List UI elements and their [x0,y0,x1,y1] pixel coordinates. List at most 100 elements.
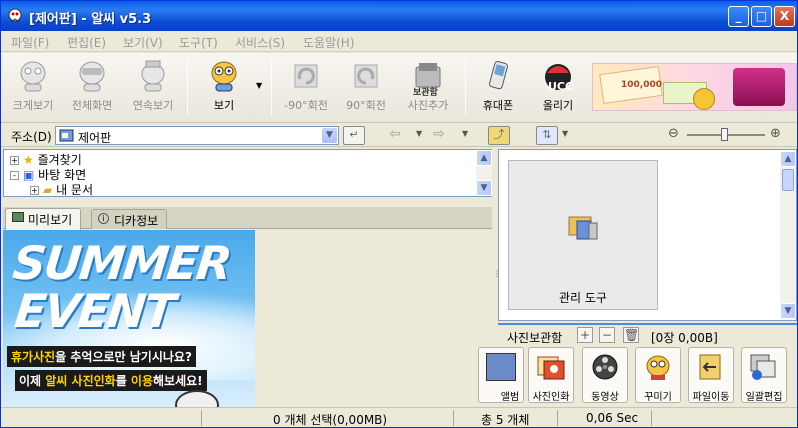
tree-label: 즐겨찾기 [37,153,82,167]
folder-icon: ▰ [43,183,53,197]
album-label: 앨범 [500,392,520,403]
address-dropdown-icon[interactable]: ▼ [322,128,337,143]
tree-label: 내 문서 [56,183,93,197]
rotate-right-icon [354,64,378,88]
up-folder-button[interactable]: ⤴ [488,126,510,145]
alsee-app-icon[interactable] [7,8,23,24]
address-bar: 주소(D) 제어판 ▼ ↵ ⇦ ▼ ⇨ ▼ ⤴ ⇅ ▼ ⊖ ⊕ [1,123,797,147]
decorate-label: 꾸미기 [644,392,672,403]
expand-icon[interactable]: + [10,156,19,165]
batch-edit-button[interactable]: 일괄편집 [741,347,787,403]
magnify-button[interactable]: 크게보기 [6,59,60,119]
thumb-scrollbar[interactable]: ▲ ▼ [780,151,796,319]
tree-scrollbar[interactable]: ▲ ▼ [476,150,492,196]
maximize-button[interactable]: □ [751,6,772,27]
scroll-down-icon[interactable]: ▼ [780,303,796,319]
address-value: 제어판 [78,131,112,145]
app-window: [제어판] - 알씨 v5.3 _ □ X 파일(F) 편집(E) 보기(V) … [0,0,798,428]
scroll-thumb[interactable] [782,169,794,191]
preview-headline-2: EVENT [12,284,177,338]
menu-edit[interactable]: 편집(E) [67,34,106,51]
status-bar: 0 개체 선택(0,00MB) 총 5 개체 0,06 Sec [1,407,797,427]
batch-edit-label: 일괄편집 [745,392,783,403]
batch-edit-icon [750,354,776,380]
thumbnail-view: 관리 도구 ▲ ▼ [498,149,797,321]
folder-tree: + ★ 즐겨찾기 - ▣ 바탕 화면 + ▰ 내 문서 ▲ ▼ [3,149,492,197]
photo-print-button[interactable]: 사진인화 [528,347,574,403]
address-label: 주소(D) [11,130,52,144]
scroll-up-icon[interactable]: ▲ [780,151,796,167]
magnify-label: 크게보기 [12,99,54,112]
scroll-up-icon[interactable]: ▲ [476,150,492,166]
thumbnail-label: 관리 도구 [559,291,607,305]
control-panel-icon [59,129,74,142]
menu-view[interactable]: 보기(V) [123,34,163,51]
view-dropdown-icon[interactable]: ▼ [256,81,262,90]
zoom-slider-thumb[interactable] [721,128,728,141]
mobile-button[interactable]: 휴대폰 [471,59,525,119]
tree-item-favorites[interactable]: + ★ 즐겨찾기 [10,151,82,167]
scroll-down-icon[interactable]: ▼ [476,180,492,196]
thumbnail-item[interactable]: 관리 도구 [508,160,658,310]
video-label: 동영상 [591,392,619,403]
trash-icon[interactable]: 🗑 [623,327,639,343]
slideshow-button[interactable]: 연속보기 [126,59,180,119]
tab-camera-info[interactable]: i 디카정보 [91,209,168,229]
title-bar[interactable]: [제어판] - 알씨 v5.3 _ □ X [1,1,797,31]
tree-label: 바탕 화면 [38,168,87,182]
file-move-button[interactable]: 파일이동 [688,347,734,403]
toolbar-separator [465,59,466,115]
back-dropdown-icon[interactable]: ▼ [416,129,422,138]
menu-service[interactable]: 서비스(S) [235,34,285,51]
view-mascot-icon [211,61,237,92]
rotate-left-button[interactable]: -90°회전 [279,59,333,119]
preview-caption-1: 휴가사진을 추억으로만 남기시나요? [7,346,196,367]
mascot-image [175,390,219,407]
forward-dropdown-icon[interactable]: ▼ [462,129,468,138]
collapse-icon[interactable]: - [10,171,19,180]
menu-tools[interactable]: 도구(T) [179,34,218,51]
banner-amount: 100,000 [621,80,662,90]
preview-image: SUMMER EVENT 휴가사진을 추억으로만 남기시나요? 이제 알씨 사진… [3,230,255,407]
tab-preview[interactable]: 미리보기 [5,208,82,230]
mobile-phone-icon [489,61,508,90]
forward-arrow-icon[interactable]: ⇨ [433,126,445,142]
storage-add-button[interactable]: + [577,327,593,343]
video-button[interactable]: 동영상 [582,347,628,403]
back-arrow-icon[interactable]: ⇦ [389,126,401,142]
minimize-button[interactable]: _ [728,6,749,27]
tree-item-desktop[interactable]: - ▣ 바탕 화면 [10,166,86,182]
view-button[interactable]: 보기 [197,59,251,119]
album-button[interactable]: 앨범 [478,347,524,403]
album-icon [486,353,516,381]
close-button[interactable]: X [774,6,795,27]
photo-print-label: 사진인화 [532,392,570,403]
sort-button[interactable]: ⇅ [536,126,558,145]
decorate-mascot-icon [646,355,670,380]
zoom-in-icon[interactable]: ⊕ [770,126,781,141]
camera-image [733,68,785,106]
address-combo[interactable]: 제어판 ▼ [55,126,339,145]
expand-icon[interactable]: + [30,186,39,195]
ad-banner[interactable]: 100,000 [592,63,797,111]
menu-help[interactable]: 도움말(H) [303,34,355,51]
tree-item-mydocs[interactable]: + ▰ 내 문서 [30,181,93,197]
fullscreen-button[interactable]: 전체화면 [65,59,119,119]
preview-tabs: 미리보기 i 디카정보 [3,207,492,230]
decorate-button[interactable]: 꾸미기 [635,347,681,403]
toolbar-separator [187,59,188,115]
status-time: 0,06 Sec [586,411,639,425]
zoom-out-icon[interactable]: ⊖ [668,126,679,141]
rotate-right-button[interactable]: 90°회전 [339,59,393,119]
storage-badge: 보관함 [413,88,438,98]
menu-file[interactable]: 파일(F) [11,34,49,51]
storage-remove-button[interactable]: − [599,327,615,343]
magnify-mascot-icon [20,61,46,92]
photo-storage-panel: 사진보관함 + − 🗑 [0장 0,00B] 앨범 사진인화 동영상 꾸미기 파… [478,323,797,407]
storage-count: [0장 0,00B] [651,331,718,345]
go-button[interactable]: ↵ [343,126,365,145]
window-title: [제어판] - 알씨 v5.3 [29,12,152,27]
fullscreen-mascot-icon [79,61,105,92]
file-move-icon [699,354,721,380]
sort-dropdown-icon[interactable]: ▼ [562,129,568,138]
